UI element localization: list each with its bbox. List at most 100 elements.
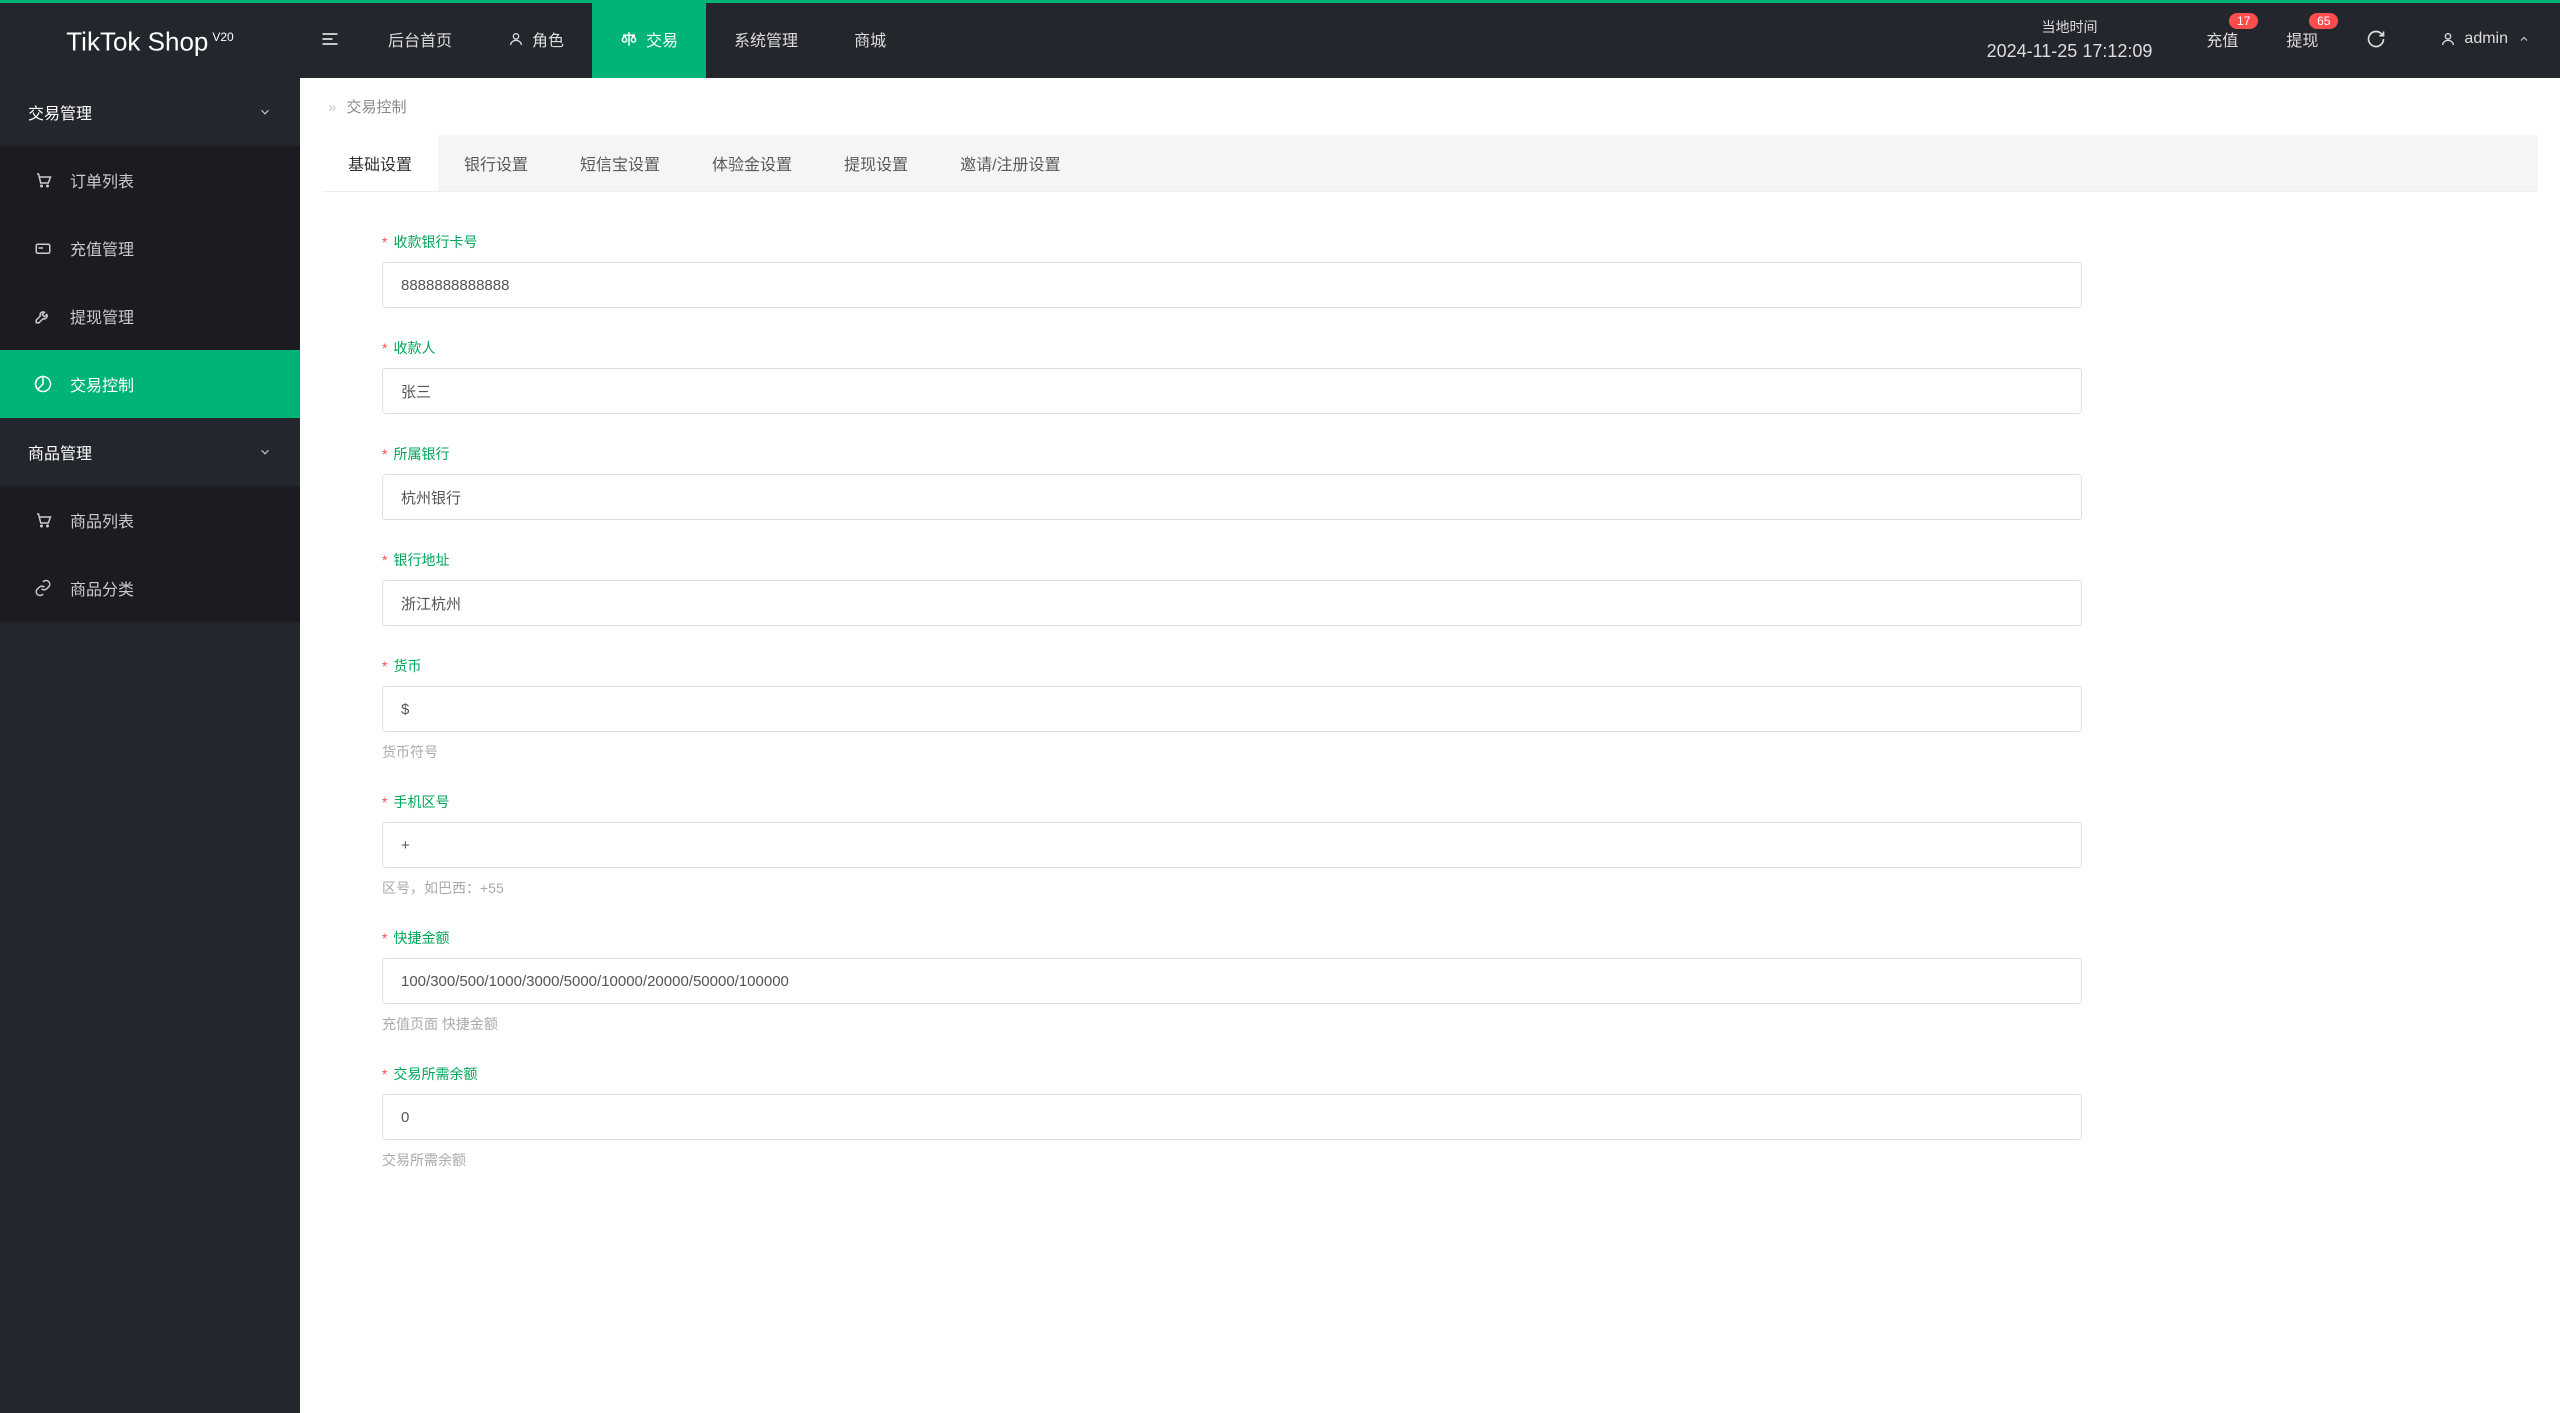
tab-basic[interactable]: 基础设置 — [322, 135, 438, 191]
form-item: * 所属银行 — [382, 444, 2478, 520]
sidebar-group-label: 商品管理 — [28, 440, 92, 464]
form-input[interactable] — [382, 958, 2082, 1004]
recharge-badge: 17 — [2229, 13, 2258, 29]
form-help: 充值页面 快捷金额 — [382, 1014, 2478, 1034]
form-label: *手机区号 — [382, 792, 2478, 812]
withdraw-label: 提现 — [2286, 33, 2318, 50]
topnav-mall[interactable]: 商城 — [826, 0, 914, 78]
clock-time: 2024-11-25 17:12:09 — [1987, 41, 2153, 62]
form-input[interactable] — [382, 1094, 2082, 1140]
form-label: *快捷金额 — [382, 928, 2478, 948]
tab-trial[interactable]: 体验金设置 — [686, 135, 818, 191]
refresh-button[interactable] — [2342, 28, 2410, 51]
sidebar-item-trade-control[interactable]: 交易控制 — [0, 350, 300, 418]
content-panel: 基础设置 银行设置 短信宝设置 体验金设置 提现设置 邀请/注册设置 *收款银行… — [322, 135, 2538, 1240]
recharge-button[interactable]: 充值 17 — [2182, 27, 2262, 51]
form-label: * 银行地址 — [382, 550, 2478, 570]
recharge-icon — [34, 239, 60, 257]
form-help: 区号，如巴西：+55 — [382, 878, 2478, 898]
sidebar-item-label: 交易控制 — [70, 372, 134, 396]
user-icon — [2440, 31, 2456, 47]
form-input[interactable] — [382, 580, 2082, 626]
hamburger-icon — [320, 29, 340, 49]
form-label-text: 所属银行 — [393, 446, 449, 462]
topnav-system[interactable]: 系统管理 — [706, 0, 826, 78]
form-help: 货币符号 — [382, 742, 2478, 762]
required-mark: * — [382, 1066, 387, 1082]
link-icon — [34, 579, 60, 597]
form-label-text: 银行地址 — [393, 552, 449, 568]
form-label: * 收款人 — [382, 338, 2478, 358]
chevron-down-icon — [258, 103, 272, 121]
sidebar-group-label: 交易管理 — [28, 100, 92, 124]
form-panel: *收款银行卡号*收款人*所属银行*银行地址*货币货币符号*手机区号区号，如巴西：… — [322, 192, 2538, 1240]
form-input[interactable] — [382, 686, 2082, 732]
sidebar-item-label: 充值管理 — [70, 236, 134, 260]
sidebar-item-label: 提现管理 — [70, 304, 134, 328]
top-nav: 后台首页 角色 交易 系统管理 商城 — [360, 0, 914, 78]
sidebar-group-trade[interactable]: 交易管理 — [0, 78, 300, 146]
header-right: 当地时间 2024-11-25 17:12:09 充值 17 提现 65 adm… — [1957, 0, 2560, 78]
topnav-trade[interactable]: 交易 — [592, 0, 706, 78]
topnav-home[interactable]: 后台首页 — [360, 0, 480, 78]
breadcrumb-current: 交易控制 — [347, 99, 407, 116]
required-mark: * — [382, 552, 387, 568]
form-input[interactable] — [382, 474, 2082, 520]
brand-logo: TikTok ShopV20 — [0, 0, 300, 80]
form-label-text: 收款人 — [393, 340, 435, 356]
sidebar-item-label: 订单列表 — [70, 168, 134, 192]
topnav-label: 角色 — [532, 27, 564, 51]
brand-name: TikTok Shop — [66, 26, 208, 56]
withdraw-badge: 65 — [2309, 13, 2338, 29]
sidebar-item-recharge[interactable]: 充值管理 — [0, 214, 300, 282]
withdraw-button[interactable]: 提现 65 — [2262, 27, 2342, 51]
form-input[interactable] — [382, 262, 2082, 308]
form-label-text: 货币 — [393, 658, 421, 674]
scale-icon — [620, 30, 638, 48]
tab-label: 银行设置 — [464, 157, 528, 174]
tab-sms[interactable]: 短信宝设置 — [554, 135, 686, 191]
user-icon — [508, 30, 524, 48]
form-label: *交易所需余额 — [382, 1064, 2478, 1084]
main-content: » 交易控制 基础设置 银行设置 短信宝设置 体验金设置 提现设置 邀请/注册设… — [300, 78, 2560, 1413]
required-mark: * — [382, 446, 387, 462]
tab-label: 体验金设置 — [712, 157, 792, 174]
topnav-role[interactable]: 角色 — [480, 0, 592, 78]
sidebar-item-orders[interactable]: 订单列表 — [0, 146, 300, 214]
topnav-label: 交易 — [646, 27, 678, 51]
form-label: * 货币 — [382, 656, 2478, 676]
tab-withdraw[interactable]: 提现设置 — [818, 135, 934, 191]
tabs: 基础设置 银行设置 短信宝设置 体验金设置 提现设置 邀请/注册设置 — [322, 135, 2538, 192]
form-label: * 所属银行 — [382, 444, 2478, 464]
sidebar-toggle-button[interactable] — [300, 28, 360, 51]
tab-label: 基础设置 — [348, 157, 412, 174]
sidebar-item-goods-category[interactable]: 商品分类 — [0, 554, 300, 622]
required-mark: * — [382, 930, 387, 946]
form-label: *收款银行卡号 — [382, 232, 2478, 252]
form-input[interactable] — [382, 822, 2082, 868]
user-name: admin — [2464, 30, 2508, 48]
recharge-label: 充值 — [2206, 33, 2238, 50]
tab-bank[interactable]: 银行设置 — [438, 135, 554, 191]
form-item: *手机区号区号，如巴西：+55 — [382, 792, 2478, 898]
top-accent-line — [0, 0, 2560, 3]
form-label-text: 手机区号 — [393, 794, 449, 810]
breadcrumb-sep-icon: » — [328, 99, 336, 116]
required-mark: * — [382, 234, 387, 250]
sidebar-item-withdraw[interactable]: 提现管理 — [0, 282, 300, 350]
tab-label: 邀请/注册设置 — [960, 157, 1060, 174]
clock: 当地时间 2024-11-25 17:12:09 — [1957, 17, 2183, 62]
required-mark: * — [382, 340, 387, 356]
sidebar-item-goods-list[interactable]: 商品列表 — [0, 486, 300, 554]
sidebar-group-goods[interactable]: 商品管理 — [0, 418, 300, 486]
required-mark: * — [382, 658, 387, 674]
sidebar-item-label: 商品列表 — [70, 508, 134, 532]
tab-invite[interactable]: 邀请/注册设置 — [934, 135, 1086, 191]
dashboard-icon — [34, 375, 60, 393]
tab-label: 提现设置 — [844, 157, 908, 174]
form-input[interactable] — [382, 368, 2082, 414]
topnav-label: 后台首页 — [388, 27, 452, 51]
user-menu-button[interactable]: admin — [2410, 30, 2560, 48]
tab-label: 短信宝设置 — [580, 157, 660, 174]
topnav-label: 商城 — [854, 27, 886, 51]
